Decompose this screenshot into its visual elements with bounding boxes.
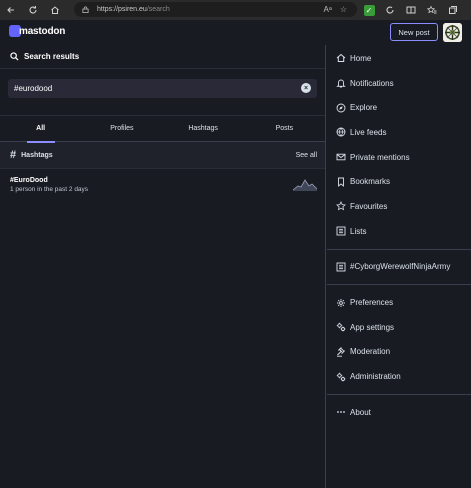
- gears-icon: [336, 372, 346, 381]
- app-header: mastodon New post: [0, 20, 471, 45]
- favorite-star-icon[interactable]: ☆: [340, 5, 347, 14]
- new-post-button[interactable]: New post: [390, 23, 438, 41]
- nav-label: Explore: [350, 103, 378, 113]
- search-input[interactable]: #eurodood ×: [8, 79, 317, 98]
- collections-icon[interactable]: [446, 3, 460, 17]
- mastodon-logo[interactable]: mastodon: [9, 25, 65, 37]
- nav-administration[interactable]: Administration: [327, 364, 471, 389]
- search-query: #eurodood: [14, 84, 53, 93]
- nav-label: Home: [350, 53, 372, 63]
- nav-label: App settings: [350, 322, 395, 332]
- extension-check-icon[interactable]: ✓: [362, 3, 376, 17]
- hashtag-name: #EuroDood: [10, 177, 48, 184]
- bell-icon: [336, 79, 346, 88]
- nav-favourites[interactable]: Favourites: [327, 194, 471, 219]
- tab-profiles[interactable]: Profiles: [81, 116, 162, 142]
- nav-list-cyborg[interactable]: #CyborgWerewolfNinjaArmy: [327, 255, 471, 280]
- nav-bookmarks[interactable]: Bookmarks: [327, 169, 471, 194]
- nav-home[interactable]: Home: [327, 46, 471, 71]
- nav-label: About: [350, 407, 371, 417]
- gears-icon: [336, 323, 346, 332]
- back-arrow-icon[interactable]: [0, 0, 22, 20]
- tab-all[interactable]: All: [0, 116, 81, 143]
- nav-label: Preferences: [350, 298, 394, 308]
- favorites-icon[interactable]: [425, 3, 439, 17]
- url-path: /search: [146, 6, 170, 13]
- globe-icon: [336, 127, 346, 137]
- hashtag-usage: 1 person in the past 2 days: [10, 186, 89, 193]
- hashtags-section-header: # Hashtags See all: [0, 142, 325, 169]
- page-title: Search results: [24, 52, 80, 61]
- nav-private-mentions[interactable]: Private mentions: [327, 145, 471, 170]
- reload-icon[interactable]: [22, 0, 44, 20]
- nav-label: #CyborgWerewolfNinjaArmy: [350, 262, 451, 272]
- lock-icon: [82, 6, 89, 13]
- home-icon: [336, 54, 346, 63]
- avatar[interactable]: [443, 23, 462, 42]
- address-bar[interactable]: https://psiren.eu/search Aᵃ ☆: [74, 2, 357, 17]
- hashtag-result[interactable]: #EuroDood 1 person in the past 2 days: [0, 169, 325, 201]
- nav-label: Notifications: [350, 78, 394, 88]
- list-icon: [336, 226, 346, 236]
- nav-about[interactable]: About: [327, 400, 471, 425]
- search-column: Search results #eurodood × All Profiles …: [0, 45, 326, 488]
- nav-divider: [327, 393, 471, 395]
- nav-notifications[interactable]: Notifications: [327, 71, 471, 96]
- nav-label: Favourites: [350, 201, 388, 211]
- nav-label: Lists: [350, 226, 367, 236]
- tab-hashtags[interactable]: Hashtags: [163, 116, 244, 142]
- nav-label: Moderation: [350, 347, 391, 357]
- nav-label: Bookmarks: [350, 177, 391, 187]
- search-tabs: All Profiles Hashtags Posts: [0, 116, 325, 143]
- nav-live-feeds[interactable]: Live feeds: [327, 120, 471, 145]
- gear-icon: [337, 298, 345, 307]
- star-icon: [336, 201, 346, 211]
- nav-label: Administration: [350, 372, 401, 382]
- logo-text: mastodon: [19, 25, 66, 37]
- navigation-panel: Home Notifications Explore Live feeds Pr…: [327, 45, 471, 488]
- nav-divider: [327, 284, 471, 286]
- read-aloud-icon[interactable]: Aᵃ: [324, 5, 332, 14]
- refresh-extension-icon[interactable]: [383, 3, 397, 17]
- compass-icon: [336, 103, 346, 113]
- gavel-icon: [337, 347, 345, 357]
- hashtag-sparkline: [293, 179, 317, 191]
- nav-explore[interactable]: Explore: [327, 95, 471, 120]
- nav-label: Private mentions: [350, 152, 410, 162]
- nav-moderation[interactable]: Moderation: [327, 340, 471, 365]
- search-results-header: Search results: [0, 45, 325, 69]
- list-icon: [336, 262, 346, 272]
- clear-search-icon[interactable]: ×: [301, 83, 311, 93]
- nav-lists[interactable]: Lists: [327, 219, 471, 244]
- hashtag-icon: #: [10, 149, 17, 161]
- nav-divider: [327, 248, 471, 250]
- nav-label: Live feeds: [350, 127, 387, 137]
- search-box-container: #eurodood ×: [0, 69, 325, 116]
- envelope-icon: [336, 153, 346, 161]
- tab-posts[interactable]: Posts: [244, 116, 325, 142]
- bookmark-icon: [338, 177, 344, 187]
- nav-app-settings[interactable]: App settings: [327, 315, 471, 340]
- see-all-link[interactable]: See all: [296, 152, 317, 159]
- ellipsis-icon: [337, 411, 345, 414]
- home-browser-icon[interactable]: [44, 0, 66, 20]
- browser-extensions: ✓: [362, 0, 460, 20]
- nav-preferences[interactable]: Preferences: [327, 290, 471, 315]
- section-label: Hashtags: [21, 151, 53, 159]
- search-icon: [10, 52, 19, 61]
- split-screen-icon[interactable]: [404, 3, 418, 17]
- url-host: https://psiren.eu: [97, 6, 147, 13]
